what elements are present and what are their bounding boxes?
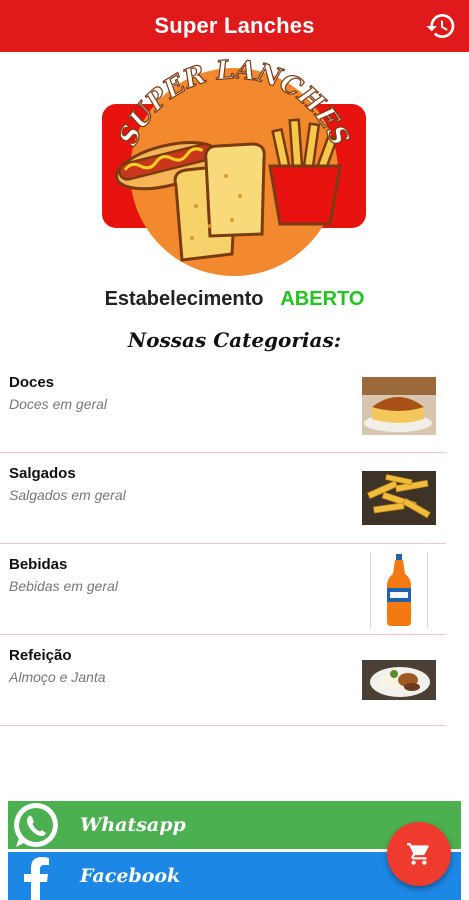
facebook-label: Facebook — [80, 865, 181, 887]
meal-plate-image — [362, 660, 436, 700]
categories-heading: Nossas Categorias: — [127, 328, 342, 352]
category-description: Salgados em geral — [9, 487, 126, 503]
soda-bottle-image — [370, 552, 428, 628]
category-name: Refeição — [9, 647, 72, 664]
category-name: Doces — [9, 374, 55, 391]
status-value: ABERTO — [280, 288, 365, 310]
whatsapp-label: Whatsapp — [80, 814, 186, 836]
category-list: Doces Doces em geral Salgados Salgados e… — [0, 362, 446, 726]
category-item-doces[interactable]: Doces Doces em geral — [0, 362, 446, 453]
category-item-bebidas[interactable]: Bebidas Bebidas em geral — [0, 544, 446, 635]
status-label: Estabelecimento — [104, 288, 264, 310]
app-title: Super Lanches — [154, 13, 315, 38]
category-name: Bebidas — [9, 556, 68, 573]
french-fries-image — [362, 471, 436, 525]
category-description: Doces em geral — [9, 396, 108, 412]
cart-icon — [407, 843, 429, 865]
store-status: Estabelecimento ABERTO — [0, 288, 469, 311]
app-bar: Super Lanches — [0, 0, 469, 52]
whatsapp-icon — [14, 803, 58, 847]
flan-pudding-image — [362, 377, 436, 435]
category-description: Almoço e Janta — [9, 669, 106, 685]
history-icon — [426, 14, 455, 39]
category-name: Salgados — [9, 465, 76, 482]
category-item-salgados[interactable]: Salgados Salgados em geral — [0, 453, 446, 544]
cart-button[interactable] — [387, 822, 451, 886]
facebook-icon — [24, 857, 49, 900]
history-button[interactable] — [423, 8, 459, 44]
category-item-refeicao[interactable]: Refeição Almoço e Janta — [0, 635, 446, 726]
category-description: Bebidas em geral — [9, 578, 118, 594]
store-logo: SUPER LANCHES — [100, 54, 368, 278]
